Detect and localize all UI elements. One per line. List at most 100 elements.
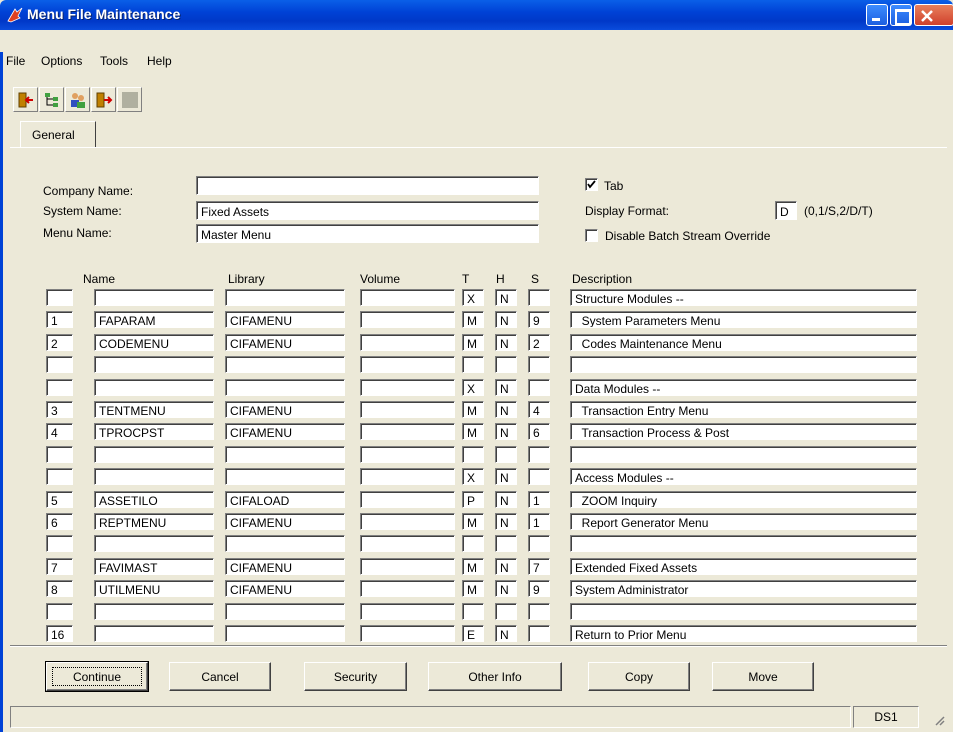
cell-description[interactable]: Codes Maintenance Menu <box>570 334 917 351</box>
cell-volume[interactable] <box>360 535 455 552</box>
cell-volume[interactable] <box>360 379 455 396</box>
cell-library[interactable]: CIFAMENU <box>225 401 345 418</box>
cell-h[interactable]: N <box>495 401 517 418</box>
maximize-button[interactable] <box>890 4 912 26</box>
cell-s[interactable]: 1 <box>528 491 550 508</box>
cell-name[interactable] <box>94 625 214 642</box>
cell-library[interactable] <box>225 356 345 373</box>
other-info-button[interactable]: Other Info <box>428 662 562 691</box>
cell-t[interactable]: P <box>462 491 484 508</box>
cell-description[interactable]: Transaction Process & Post <box>570 423 917 440</box>
cell-name[interactable] <box>94 603 214 620</box>
cell-t[interactable]: M <box>462 513 484 530</box>
cell-name[interactable]: TPROCPST <box>94 423 214 440</box>
cell-volume[interactable] <box>360 513 455 530</box>
cell-num[interactable]: 5 <box>46 491 73 508</box>
cell-num[interactable]: 6 <box>46 513 73 530</box>
cell-library[interactable] <box>225 289 345 306</box>
cell-name[interactable] <box>94 356 214 373</box>
cell-name[interactable] <box>94 468 214 485</box>
minimize-button[interactable] <box>866 4 888 26</box>
cell-volume[interactable] <box>360 311 455 328</box>
cell-description[interactable] <box>570 603 917 620</box>
blank-button[interactable] <box>117 87 142 112</box>
cell-library[interactable]: CIFAMENU <box>225 580 345 597</box>
cell-num[interactable] <box>46 535 73 552</box>
menu-options[interactable]: Options <box>41 54 82 68</box>
cell-t[interactable]: M <box>462 580 484 597</box>
cell-s[interactable]: 2 <box>528 334 550 351</box>
cell-s[interactable]: 1 <box>528 513 550 530</box>
cell-t[interactable]: M <box>462 423 484 440</box>
cell-h[interactable]: N <box>495 558 517 575</box>
menu-name-field[interactable]: Master Menu <box>196 224 539 243</box>
cell-library[interactable]: CIFAMENU <box>225 423 345 440</box>
cell-s[interactable] <box>528 289 550 306</box>
cell-description[interactable]: Access Modules -- <box>570 468 917 485</box>
cell-description[interactable]: System Administrator <box>570 580 917 597</box>
tab-general[interactable]: General <box>20 121 96 148</box>
continue-button[interactable]: Continue <box>45 661 149 692</box>
cell-volume[interactable] <box>360 491 455 508</box>
cell-s[interactable]: 7 <box>528 558 550 575</box>
cell-library[interactable] <box>225 535 345 552</box>
cell-volume[interactable] <box>360 558 455 575</box>
cancel-button[interactable]: Cancel <box>169 662 271 691</box>
cell-num[interactable] <box>46 379 73 396</box>
cell-t[interactable]: X <box>462 379 484 396</box>
title-bar[interactable]: Menu File Maintenance <box>0 0 953 30</box>
cell-library[interactable]: CIFAMENU <box>225 311 345 328</box>
cell-t[interactable] <box>462 356 484 373</box>
cell-h[interactable]: N <box>495 423 517 440</box>
cell-library[interactable] <box>225 446 345 463</box>
cell-library[interactable] <box>225 603 345 620</box>
cell-volume[interactable] <box>360 401 455 418</box>
cell-description[interactable]: Return to Prior Menu <box>570 625 917 642</box>
cell-name[interactable] <box>94 446 214 463</box>
cell-num[interactable]: 3 <box>46 401 73 418</box>
cell-description[interactable]: Report Generator Menu <box>570 513 917 530</box>
cell-h[interactable] <box>495 603 517 620</box>
company-name-field[interactable] <box>196 176 539 195</box>
cell-name[interactable]: TENTMENU <box>94 401 214 418</box>
cell-num[interactable]: 7 <box>46 558 73 575</box>
cell-t[interactable]: M <box>462 401 484 418</box>
cell-s[interactable] <box>528 468 550 485</box>
cell-t[interactable]: M <box>462 334 484 351</box>
cell-h[interactable]: N <box>495 580 517 597</box>
cell-t[interactable]: X <box>462 468 484 485</box>
cell-description[interactable]: Transaction Entry Menu <box>570 401 917 418</box>
cell-h[interactable] <box>495 446 517 463</box>
cell-description[interactable]: System Parameters Menu <box>570 311 917 328</box>
cell-h[interactable]: N <box>495 468 517 485</box>
cell-t[interactable] <box>462 603 484 620</box>
cell-t[interactable]: E <box>462 625 484 642</box>
cell-h[interactable]: N <box>495 625 517 642</box>
cell-h[interactable] <box>495 356 517 373</box>
cell-h[interactable]: N <box>495 289 517 306</box>
cell-s[interactable] <box>528 603 550 620</box>
cell-volume[interactable] <box>360 446 455 463</box>
cell-s[interactable] <box>528 356 550 373</box>
cell-num[interactable] <box>46 468 73 485</box>
cell-h[interactable]: N <box>495 334 517 351</box>
cell-s[interactable] <box>528 379 550 396</box>
menu-help[interactable]: Help <box>147 54 172 68</box>
cell-library[interactable]: CIFAMENU <box>225 513 345 530</box>
cell-num[interactable] <box>46 289 73 306</box>
users-button[interactable] <box>65 87 90 112</box>
move-button[interactable]: Move <box>712 662 814 691</box>
cell-num[interactable]: 16 <box>46 625 73 642</box>
cell-description[interactable] <box>570 446 917 463</box>
cell-s[interactable]: 9 <box>528 311 550 328</box>
menu-file[interactable]: File <box>6 54 25 68</box>
cell-name[interactable]: ASSETILO <box>94 491 214 508</box>
cell-volume[interactable] <box>360 423 455 440</box>
cell-description[interactable]: Data Modules -- <box>570 379 917 396</box>
door-button[interactable] <box>91 87 116 112</box>
cell-s[interactable] <box>528 625 550 642</box>
close-button[interactable] <box>914 4 953 26</box>
cell-name[interactable]: REPTMENU <box>94 513 214 530</box>
cell-volume[interactable] <box>360 289 455 306</box>
cell-s[interactable]: 6 <box>528 423 550 440</box>
